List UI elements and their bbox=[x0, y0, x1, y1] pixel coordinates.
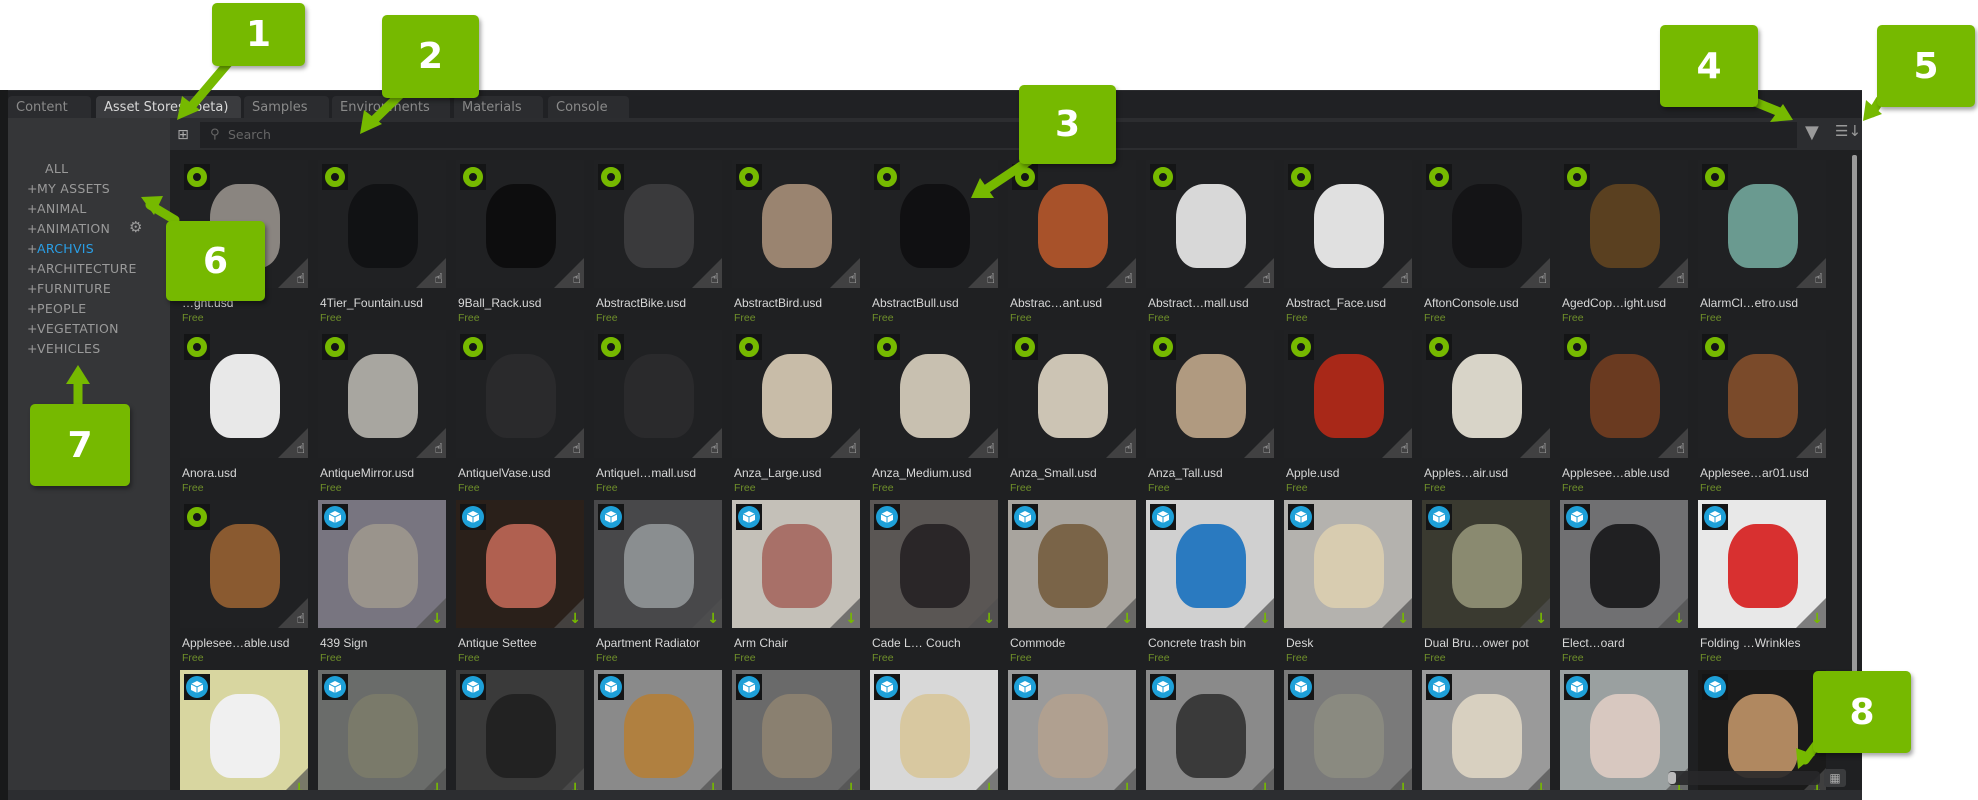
callout-2: 2 bbox=[382, 15, 479, 98]
callout-arrows bbox=[66, 50, 1885, 769]
callout-6: 6 bbox=[166, 221, 265, 301]
callout-1: 1 bbox=[212, 3, 305, 66]
callout-5: 5 bbox=[1877, 25, 1975, 107]
arrow-3 bbox=[980, 155, 1035, 195]
callout-8: 8 bbox=[1813, 671, 1911, 753]
callout-7: 7 bbox=[30, 404, 130, 486]
callout-4: 4 bbox=[1660, 25, 1758, 107]
callout-3: 3 bbox=[1019, 85, 1116, 164]
